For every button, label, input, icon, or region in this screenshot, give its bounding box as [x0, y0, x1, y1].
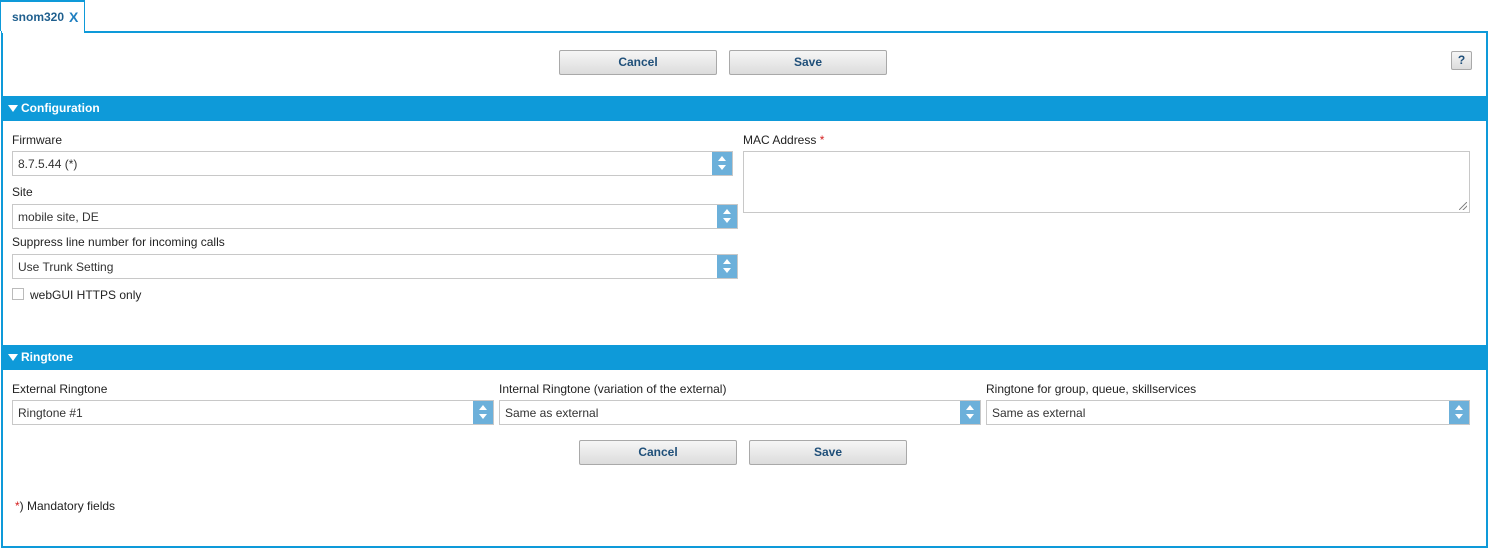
- section-ringtone[interactable]: Ringtone: [2, 345, 1487, 370]
- spinner-icon: [717, 255, 737, 278]
- suppress-select[interactable]: Use Trunk Setting: [12, 254, 738, 279]
- section-title: Ringtone: [21, 350, 73, 364]
- tab-label: snom320: [12, 10, 65, 24]
- save-button-bottom[interactable]: Save: [749, 440, 907, 465]
- https-only-label: webGUI HTTPS only: [30, 288, 142, 302]
- tab-joint: [2, 30, 84, 33]
- mac-address-input[interactable]: [743, 151, 1470, 213]
- spinner-icon: [960, 401, 980, 424]
- site-value: mobile site, DE: [18, 210, 99, 224]
- firmware-label: Firmware: [12, 133, 62, 147]
- resize-grip-icon[interactable]: [1459, 202, 1467, 210]
- https-only-checkbox[interactable]: [12, 288, 24, 300]
- spinner-icon: [717, 205, 737, 228]
- section-configuration[interactable]: Configuration: [2, 96, 1487, 121]
- spinner-icon: [473, 401, 493, 424]
- site-label: Site: [12, 185, 33, 199]
- mac-label-text: MAC Address: [743, 133, 817, 147]
- save-button[interactable]: Save: [729, 50, 887, 75]
- suppress-value: Use Trunk Setting: [18, 260, 114, 274]
- close-icon[interactable]: X: [69, 9, 78, 25]
- section-title: Configuration: [21, 101, 100, 115]
- spinner-icon: [712, 152, 732, 175]
- suppress-label: Suppress line number for incoming calls: [12, 235, 225, 249]
- tab-bar: snom320 X: [0, 0, 1489, 32]
- mandatory-text: ) Mandatory fields: [19, 499, 116, 513]
- internal-ringtone-select[interactable]: Same as external: [499, 400, 981, 425]
- collapse-triangle-icon: [8, 105, 18, 112]
- tab-snom320[interactable]: snom320 X: [0, 0, 85, 31]
- cancel-button[interactable]: Cancel: [559, 50, 717, 75]
- site-select[interactable]: mobile site, DE: [12, 204, 738, 229]
- mac-label: MAC Address *: [743, 133, 824, 147]
- firmware-value: 8.7.5.44 (*): [18, 157, 78, 171]
- group-ringtone-label: Ringtone for group, queue, skillservices: [986, 382, 1197, 396]
- cancel-button-bottom[interactable]: Cancel: [579, 440, 737, 465]
- group-ringtone-value: Same as external: [992, 406, 1086, 420]
- collapse-triangle-icon: [8, 354, 18, 361]
- mandatory-note: *) Mandatory fields: [15, 499, 115, 513]
- external-ringtone-select[interactable]: Ringtone #1: [12, 400, 494, 425]
- spinner-icon: [1449, 401, 1469, 424]
- group-ringtone-select[interactable]: Same as external: [986, 400, 1470, 425]
- internal-ringtone-label: Internal Ringtone (variation of the exte…: [499, 382, 727, 396]
- internal-ringtone-value: Same as external: [505, 406, 599, 420]
- required-marker: *: [819, 133, 825, 147]
- help-button[interactable]: ?: [1451, 51, 1472, 70]
- firmware-select[interactable]: 8.7.5.44 (*): [12, 151, 733, 176]
- external-ringtone-label: External Ringtone: [12, 382, 108, 396]
- external-ringtone-value: Ringtone #1: [18, 406, 83, 420]
